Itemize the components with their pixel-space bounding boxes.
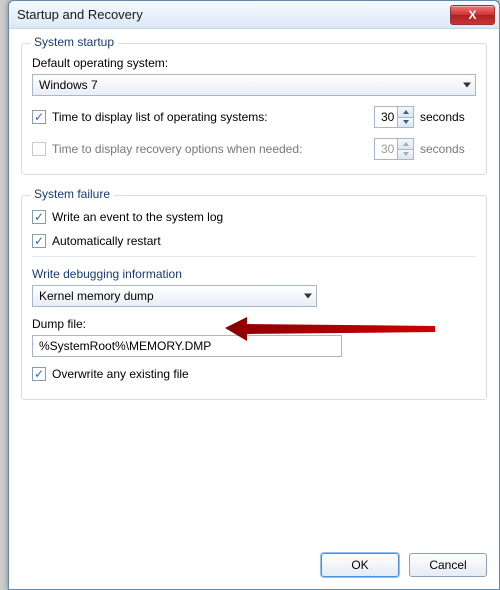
spinner-controls [397, 107, 413, 127]
spinner-os-list-value: 30 [381, 110, 394, 124]
checkbox-write-event[interactable] [32, 210, 46, 224]
label-write-event: Write an event to the system log [52, 210, 223, 224]
label-dump-file: Dump file: [32, 317, 476, 331]
label-default-os: Default operating system: [32, 56, 476, 70]
cancel-button[interactable]: Cancel [409, 553, 487, 577]
row-auto-restart: Automatically restart [32, 234, 476, 248]
unit-seconds-recovery: seconds [420, 142, 476, 156]
spinner-recovery-seconds: 30 [374, 138, 414, 160]
label-overwrite: Overwrite any existing file [52, 367, 189, 381]
row-display-os-list: Time to display list of operating system… [32, 106, 476, 128]
triangle-down-icon [403, 120, 409, 124]
spinner-up-button-disabled [398, 139, 413, 149]
group-system-startup: System startup Default operating system:… [21, 43, 487, 175]
label-display-os-list: Time to display list of operating system… [52, 110, 368, 124]
checkbox-overwrite[interactable] [32, 367, 46, 381]
titlebar[interactable]: Startup and Recovery X [9, 1, 499, 29]
ok-button-label: OK [351, 558, 368, 572]
spinner-down-button-disabled [398, 149, 413, 160]
checkbox-auto-restart[interactable] [32, 234, 46, 248]
cancel-button-label: Cancel [429, 558, 466, 572]
ok-button[interactable]: OK [321, 553, 399, 577]
unit-seconds: seconds [420, 110, 476, 124]
close-icon: X [468, 8, 476, 22]
dialog-body: System startup Default operating system:… [9, 29, 499, 432]
combo-default-os-value: Windows 7 [39, 78, 98, 92]
button-bar: OK Cancel [9, 545, 499, 589]
triangle-up-icon [403, 142, 409, 146]
spinner-controls-disabled [397, 139, 413, 159]
close-button[interactable]: X [450, 5, 495, 25]
triangle-down-icon [403, 152, 409, 156]
label-auto-restart: Automatically restart [52, 234, 161, 248]
legend-system-startup: System startup [30, 35, 118, 49]
input-dump-file-value: %SystemRoot%\MEMORY.DMP [39, 339, 211, 353]
legend-debug-info: Write debugging information [32, 256, 476, 281]
label-display-recovery: Time to display recovery options when ne… [52, 142, 368, 156]
triangle-up-icon [403, 110, 409, 114]
startup-recovery-dialog: Startup and Recovery X System startup De… [8, 0, 500, 590]
row-display-recovery: Time to display recovery options when ne… [32, 138, 476, 160]
spinner-recovery-value: 30 [381, 142, 394, 156]
combo-default-os[interactable]: Windows 7 [32, 74, 476, 96]
legend-system-failure: System failure [30, 187, 114, 201]
input-dump-file[interactable]: %SystemRoot%\MEMORY.DMP [32, 335, 342, 357]
combo-dump-type[interactable]: Kernel memory dump [32, 285, 317, 307]
spinner-os-list-seconds[interactable]: 30 [374, 106, 414, 128]
chevron-down-icon [463, 83, 471, 88]
row-overwrite: Overwrite any existing file [32, 367, 476, 381]
row-write-event: Write an event to the system log [32, 210, 476, 224]
group-system-failure: System failure Write an event to the sys… [21, 195, 487, 400]
chevron-down-icon [304, 294, 312, 299]
checkbox-display-os-list[interactable] [32, 110, 46, 124]
spinner-up-button[interactable] [398, 107, 413, 117]
checkbox-display-recovery[interactable] [32, 142, 46, 156]
window-title: Startup and Recovery [17, 7, 450, 22]
spinner-down-button[interactable] [398, 117, 413, 128]
combo-dump-type-value: Kernel memory dump [39, 289, 154, 303]
